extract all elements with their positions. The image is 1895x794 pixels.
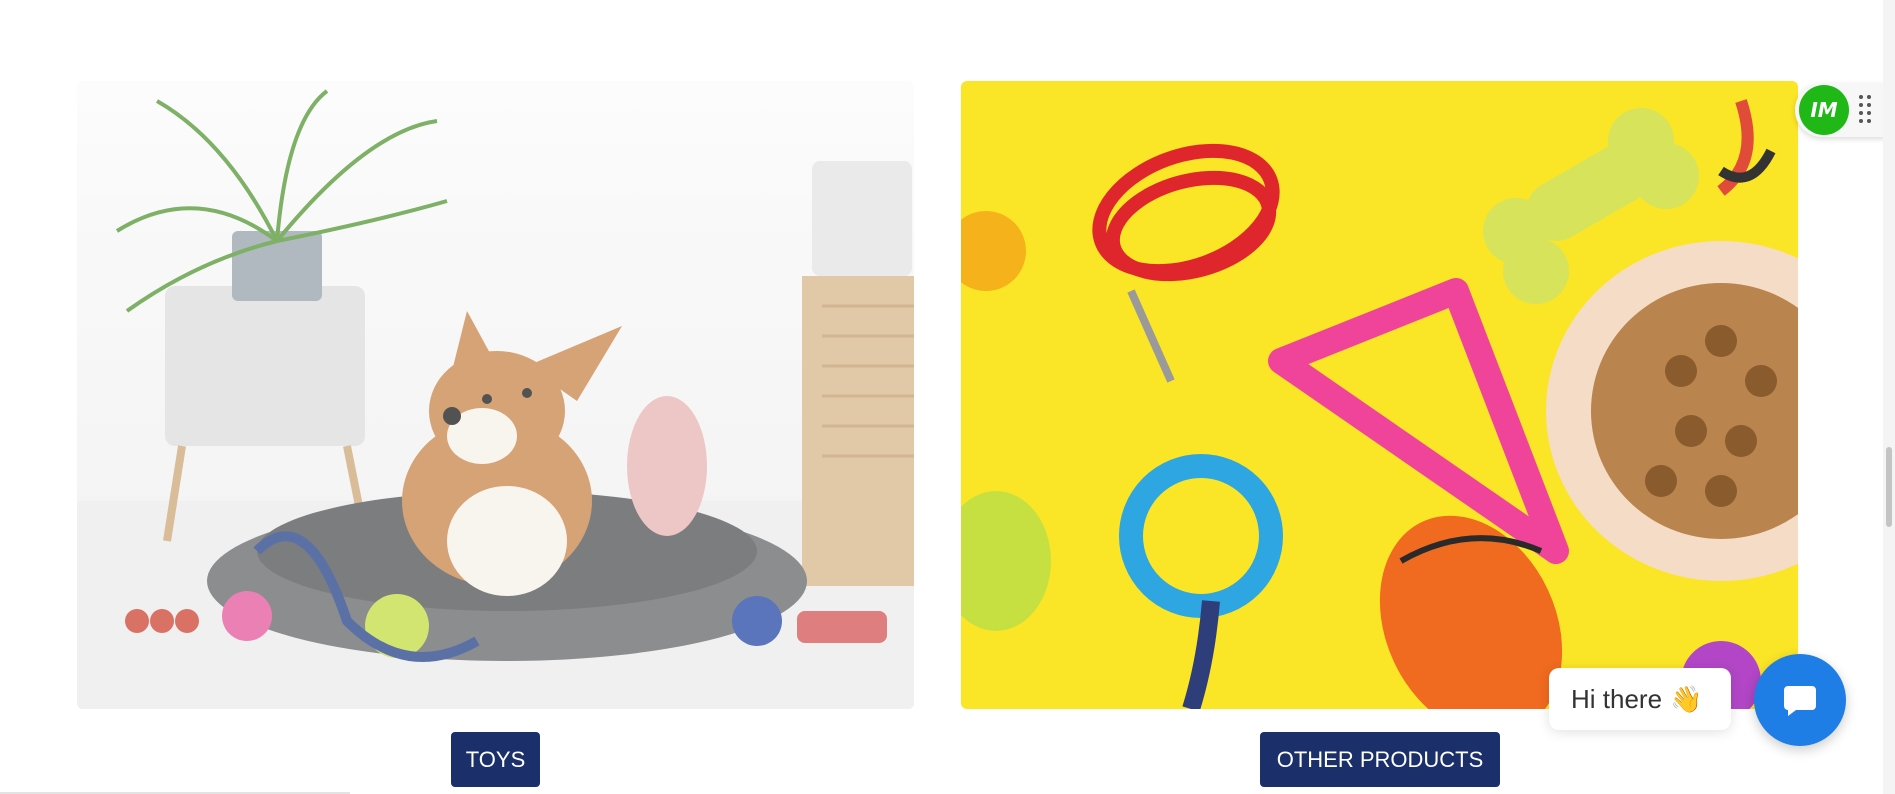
- other-products-category-image[interactable]: [961, 81, 1798, 709]
- chat-open-button[interactable]: [1754, 654, 1846, 746]
- chat-bubble-icon: [1784, 686, 1816, 716]
- toys-button[interactable]: TOYS: [451, 732, 540, 787]
- dog-with-toys-illustration: [77, 81, 914, 709]
- chat-greeting-text: Hi there: [1571, 683, 1663, 714]
- im-logo[interactable]: IM: [1799, 85, 1849, 135]
- drag-handle-icon[interactable]: [1857, 93, 1873, 127]
- scrollbar-thumb[interactable]: [1886, 447, 1892, 527]
- toys-category-image[interactable]: [77, 81, 914, 709]
- page-scrollbar[interactable]: [1883, 0, 1895, 794]
- pet-products-illustration: [961, 99, 1798, 709]
- im-floating-widget[interactable]: IM: [1795, 83, 1885, 137]
- other-products-button[interactable]: OTHER PRODUCTS: [1260, 732, 1500, 787]
- waving-hand-icon: 👋: [1670, 683, 1703, 714]
- chat-greeting-bubble[interactable]: Hi there 👋: [1549, 668, 1731, 730]
